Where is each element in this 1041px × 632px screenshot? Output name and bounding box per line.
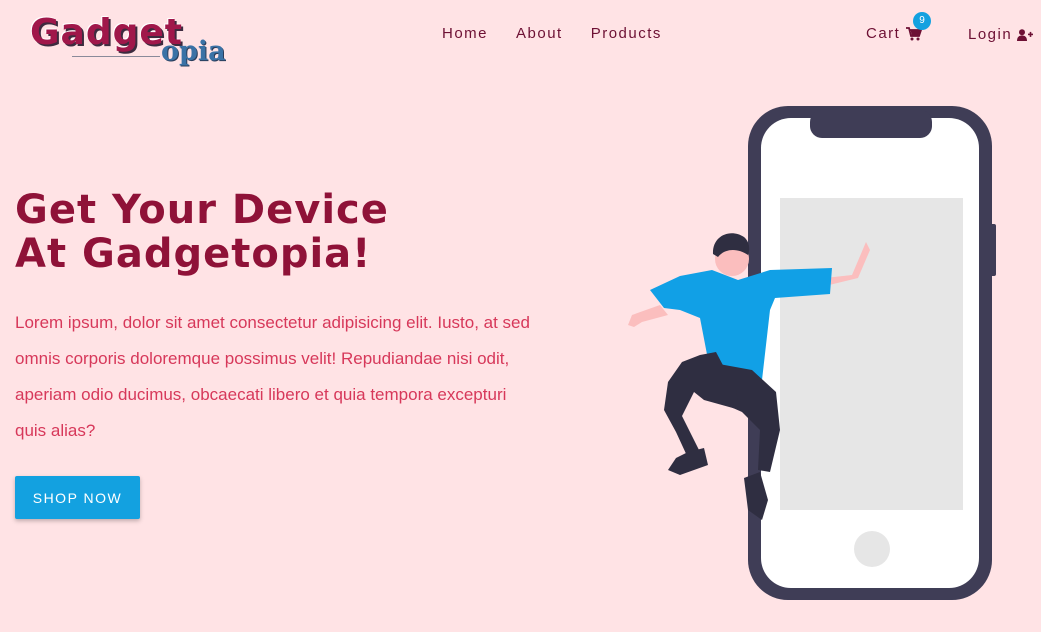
brand-logo[interactable]: Gadget opia	[28, 10, 238, 70]
cart-label[interactable]: Cart	[866, 25, 900, 42]
login-link[interactable]: Login	[968, 26, 1034, 43]
brand-logo-sub: opia	[161, 36, 226, 67]
brand-logo-underline	[72, 56, 160, 57]
nav-products-link[interactable]: Products	[591, 25, 662, 42]
shop-now-button[interactable]: SHOP NOW	[15, 476, 140, 519]
cart-count-badge: 9	[913, 12, 931, 30]
phone-home-button	[854, 531, 890, 567]
hero-title-line-1: Get Your Device	[15, 187, 389, 233]
phone-notch	[810, 110, 932, 138]
phone-screen-content	[780, 198, 963, 510]
phone-person-illustration	[628, 106, 996, 600]
phone-side-button	[990, 224, 996, 276]
nav-home-link[interactable]: Home	[442, 25, 488, 42]
hero-title: Get Your Device At Gadgetopia!	[15, 188, 389, 276]
login-label[interactable]: Login	[968, 26, 1012, 43]
nav-about-link[interactable]: About	[516, 25, 563, 42]
user-plus-icon	[1017, 28, 1034, 41]
hero-description: Lorem ipsum, dolor sit amet consectetur …	[15, 313, 530, 440]
main-nav: Home About Products	[442, 25, 662, 42]
hero-title-line-2: At Gadgetopia!	[15, 231, 372, 277]
cart-link[interactable]: Cart 9	[866, 12, 931, 42]
